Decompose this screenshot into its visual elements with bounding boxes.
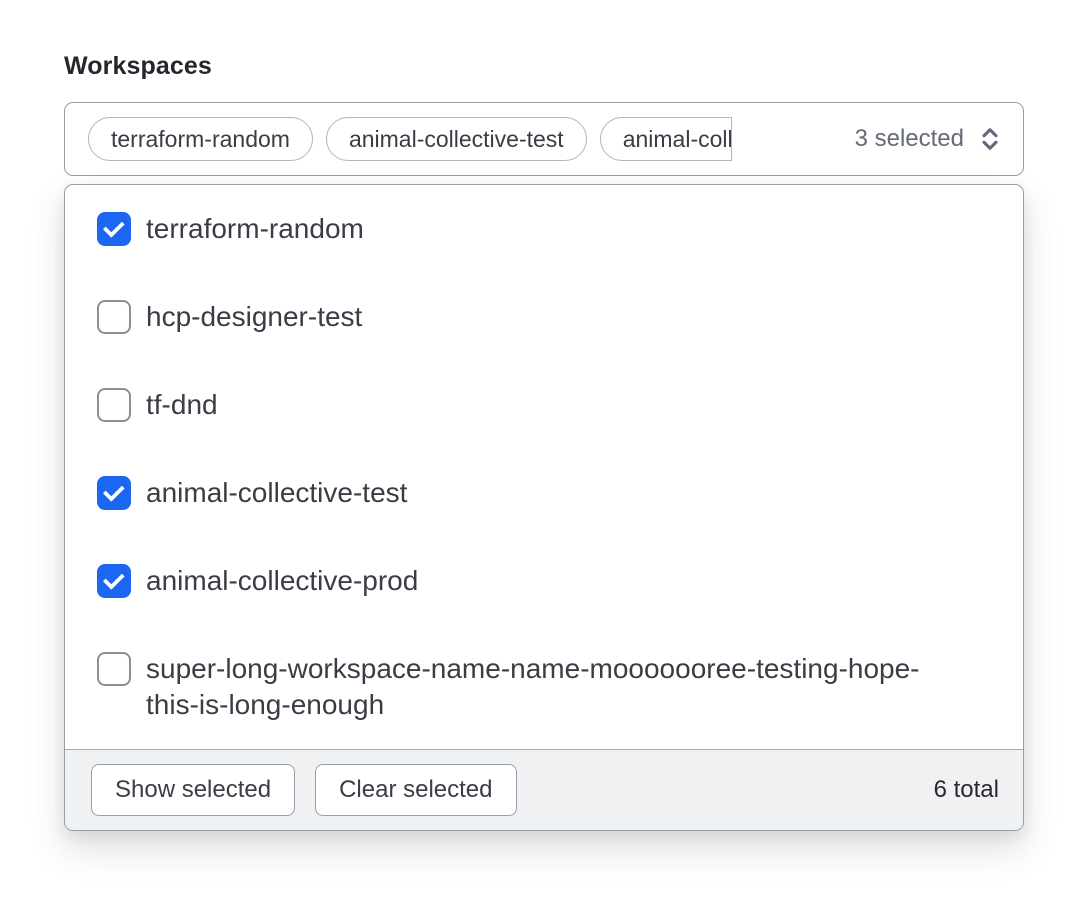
selected-tag-clipped[interactable]: animal-collective-prod bbox=[600, 117, 732, 161]
chevron-up-down-icon bbox=[977, 124, 1003, 154]
selected-count: 3 selected bbox=[855, 125, 964, 153]
option-label: tf-dnd bbox=[146, 387, 218, 423]
checkbox-checked-icon[interactable] bbox=[97, 564, 131, 598]
option-label: animal-collective-test bbox=[146, 475, 407, 511]
workspace-option[interactable]: animal-collective-prod bbox=[65, 537, 1023, 625]
selected-tags: terraform-random animal-collective-test an… bbox=[88, 117, 732, 161]
checkbox-unchecked-icon[interactable] bbox=[97, 652, 131, 686]
option-label: hcp-designer-test bbox=[146, 299, 362, 335]
workspaces-label: Workspaces bbox=[64, 52, 1024, 81]
multiselect-trigger[interactable]: terraform-random animal-collective-test an… bbox=[64, 102, 1024, 176]
listbox-footer: Show selected Clear selected 6 total bbox=[65, 749, 1023, 830]
workspace-option[interactable]: super-long-workspace-name-name-moooooore… bbox=[65, 625, 1023, 749]
workspaces-multiselect: Workspaces terraform-random animal-collec… bbox=[0, 0, 1088, 831]
clear-selected-button[interactable]: Clear selected bbox=[315, 764, 516, 816]
workspace-option[interactable]: terraform-random bbox=[65, 185, 1023, 273]
workspace-option[interactable]: tf-dnd bbox=[65, 361, 1023, 449]
selected-tag[interactable]: terraform-random bbox=[88, 117, 313, 161]
options-dropdown: terraform-random hcp-designer-test tf-dnd a… bbox=[64, 184, 1024, 831]
option-label: terraform-random bbox=[146, 211, 364, 247]
workspace-option[interactable]: hcp-designer-test bbox=[65, 273, 1023, 361]
option-label: super-long-workspace-name-name-moooooore… bbox=[146, 651, 951, 723]
selected-tag[interactable]: animal-collective-test bbox=[326, 117, 587, 161]
options-list: terraform-random hcp-designer-test tf-dnd a… bbox=[65, 185, 1023, 749]
checkbox-unchecked-icon[interactable] bbox=[97, 388, 131, 422]
checkbox-checked-icon[interactable] bbox=[97, 212, 131, 246]
checkbox-checked-icon[interactable] bbox=[97, 476, 131, 510]
total-count: 6 total bbox=[934, 776, 999, 804]
workspace-option[interactable]: animal-collective-test bbox=[65, 449, 1023, 537]
option-label: animal-collective-prod bbox=[146, 563, 418, 599]
show-selected-button[interactable]: Show selected bbox=[91, 764, 295, 816]
checkbox-unchecked-icon[interactable] bbox=[97, 300, 131, 334]
